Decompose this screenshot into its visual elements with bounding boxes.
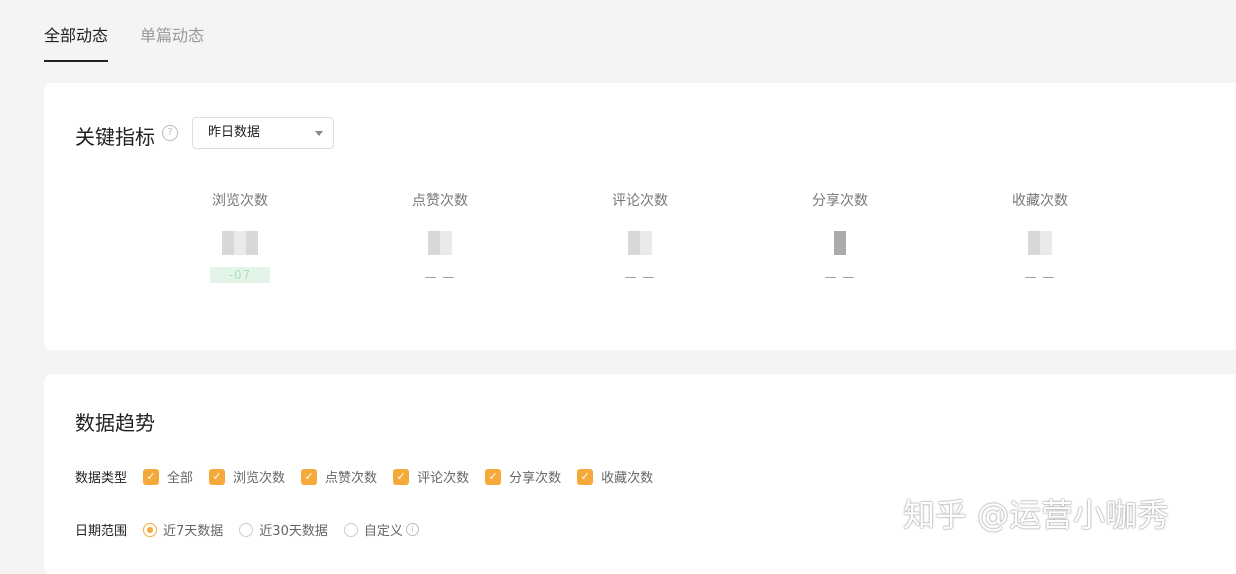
checkbox-label: 浏览次数 — [233, 471, 286, 486]
key-metrics-card: 关键指标 ? 昨日数据 浏览次数 -07 点赞次数 — — 评论次数 — — 分… — [44, 83, 1236, 350]
metric-label: 分享次数 — [812, 193, 868, 209]
check-icon: ✓ — [301, 468, 318, 485]
date-select-value: 昨日数据 — [208, 125, 261, 140]
radio-custom[interactable]: 自定义 i — [343, 520, 419, 539]
radio-label: 近30天数据 — [259, 524, 328, 539]
data-type-row: 数据类型 ✓ 全部 ✓ 浏览次数 ✓ 点赞次数 ✓ 评论次数 ✓ 分享次数 ✓ 收藏次数 — [75, 467, 669, 486]
info-icon[interactable]: i — [405, 523, 419, 536]
check-icon: ✓ — [577, 468, 594, 485]
date-range-row: 日期范围 近7天数据 近30天数据 自定义 i — [75, 520, 435, 539]
metric-change: — — — [1024, 270, 1056, 284]
radio-label: 自定义 — [363, 524, 403, 539]
metric-change: — — — [624, 270, 656, 284]
date-select[interactable]: 昨日数据 — [192, 117, 334, 149]
watermark: 知乎 @运营小咖秀 — [903, 496, 1170, 534]
tab-single-activity[interactable]: 单篇动态 — [140, 24, 204, 60]
metric-change: -07 — [210, 267, 270, 283]
date-range-label: 日期范围 — [75, 524, 128, 539]
metric-label: 评论次数 — [612, 193, 668, 209]
radio-dot — [239, 522, 254, 537]
radio-7-days[interactable]: 近7天数据 — [143, 520, 223, 539]
checkbox-likes[interactable]: ✓ 点赞次数 — [301, 467, 377, 486]
metric-change: — — — [824, 270, 856, 284]
tab-all-activity[interactable]: 全部动态 — [44, 24, 109, 62]
checkbox-label: 点赞次数 — [325, 471, 378, 486]
metric-views: 浏览次数 -07 — [180, 191, 300, 283]
trend-title: 数据趋势 — [75, 411, 155, 435]
checkbox-views[interactable]: ✓ 浏览次数 — [209, 467, 285, 486]
metric-value-blurred — [834, 231, 846, 255]
tab-bar: 全部动态 单篇动态 — [44, 24, 236, 62]
data-type-label: 数据类型 — [75, 471, 128, 486]
metric-shares: 分享次数 — — — [780, 191, 900, 285]
question-circle-icon[interactable]: ? — [162, 125, 178, 141]
checkbox-favorites[interactable]: ✓ 收藏次数 — [577, 467, 653, 486]
checkbox-label: 分享次数 — [509, 471, 562, 486]
metric-likes: 点赞次数 — — — [380, 191, 500, 285]
radio-30-days[interactable]: 近30天数据 — [239, 520, 328, 539]
key-metrics-title: 关键指标 — [75, 125, 155, 149]
chevron-down-icon — [315, 131, 323, 136]
checkbox-all[interactable]: ✓ 全部 — [143, 467, 193, 486]
checkbox-label: 收藏次数 — [601, 471, 654, 486]
checkbox-comments[interactable]: ✓ 评论次数 — [393, 467, 469, 486]
metric-label: 收藏次数 — [1012, 193, 1068, 209]
check-icon: ✓ — [393, 468, 410, 485]
metric-value-blurred — [628, 231, 652, 255]
radio-label: 近7天数据 — [163, 524, 224, 539]
check-icon: ✓ — [485, 468, 502, 485]
metric-label: 点赞次数 — [412, 193, 468, 209]
metric-value-blurred — [1028, 231, 1052, 255]
check-icon: ✓ — [209, 468, 226, 485]
checkbox-label: 全部 — [167, 471, 194, 486]
metric-change: — — — [424, 270, 456, 284]
metric-value-blurred — [222, 231, 258, 255]
metric-favorites: 收藏次数 — — — [980, 191, 1100, 285]
trend-card: 数据趋势 数据类型 ✓ 全部 ✓ 浏览次数 ✓ 点赞次数 ✓ 评论次数 ✓ 分享次数 ✓ 收… — [44, 374, 1236, 574]
check-icon: ✓ — [143, 468, 160, 485]
radio-dot — [143, 522, 158, 537]
radio-dot — [343, 522, 358, 537]
metric-label: 浏览次数 — [212, 193, 268, 209]
checkbox-shares[interactable]: ✓ 分享次数 — [485, 467, 561, 486]
metric-comments: 评论次数 — — — [580, 191, 700, 285]
checkbox-label: 评论次数 — [417, 471, 470, 486]
metric-value-blurred — [428, 231, 452, 255]
